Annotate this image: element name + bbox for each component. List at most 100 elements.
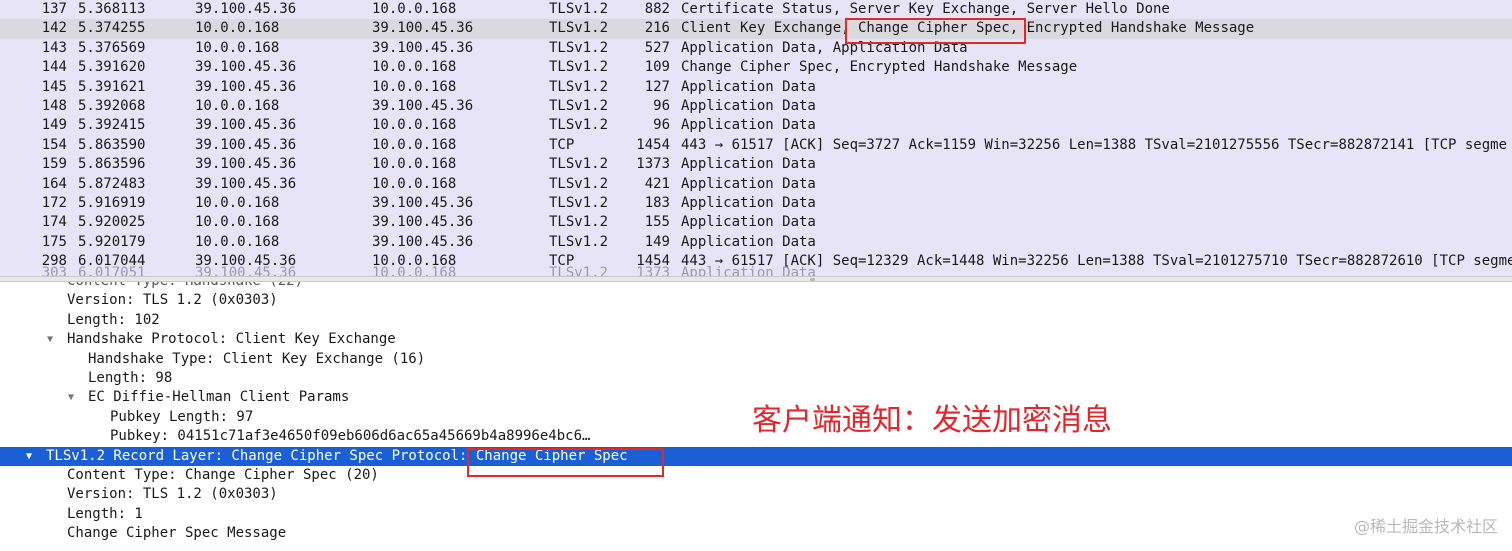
packet-length: 1373 bbox=[636, 156, 670, 173]
packet-number: 175 bbox=[41, 233, 67, 250]
packet-source: 39.100.45.36 bbox=[195, 1, 297, 17]
packet-length: 421 bbox=[644, 175, 670, 192]
packet-time: 5.916919 bbox=[78, 194, 146, 211]
packet-source: 10.0.0.168 bbox=[195, 97, 280, 114]
packet-time: 5.392068 bbox=[78, 97, 146, 114]
packet-destination: 39.100.45.36 bbox=[372, 39, 474, 56]
packet-number: 143 bbox=[41, 39, 67, 56]
packet-info: Application Data bbox=[681, 265, 816, 276]
packet-row[interactable]: 137 5.368113 39.100.45.36 10.0.0.168 TLSv1.2… bbox=[0, 0, 1512, 19]
packet-source: 39.100.45.36 bbox=[195, 59, 297, 76]
detail-text: Version: TLS 1.2 (0x0303) bbox=[67, 486, 278, 503]
packet-length: 1373 bbox=[636, 265, 670, 276]
packet-row[interactable]: 144 5.391620 39.100.45.36 10.0.0.168 TLSv1.2… bbox=[0, 58, 1512, 77]
packet-length: 149 bbox=[644, 233, 670, 250]
packet-info: Application Data bbox=[681, 194, 816, 211]
detail-text: Length: 102 bbox=[67, 311, 160, 328]
packet-time: 5.863590 bbox=[78, 136, 146, 153]
detail-handshake-type[interactable]: Handshake Type: Client Key Exchange (16) bbox=[0, 350, 1512, 369]
packet-time: 6.017051 bbox=[78, 265, 146, 276]
detail-text: Change Cipher Spec Message bbox=[67, 525, 287, 542]
detail-version-2[interactable]: Version: TLS 1.2 (0x0303) bbox=[0, 485, 1512, 504]
packet-source: 10.0.0.168 bbox=[195, 194, 280, 211]
detail-handshake-length[interactable]: Length: 98 bbox=[0, 369, 1512, 388]
detail-length-3[interactable]: Length: 1 bbox=[0, 505, 1512, 524]
packet-row[interactable]: 164 5.872483 39.100.45.36 10.0.0.168 TLSv1.2… bbox=[0, 175, 1512, 194]
packet-source: 39.100.45.36 bbox=[195, 136, 297, 153]
packet-source: 10.0.0.168 bbox=[195, 214, 280, 231]
detail-content-type-partial[interactable]: Content Type: Handshake (22) bbox=[0, 282, 1512, 291]
triangle-down-icon[interactable]: ▼ bbox=[68, 388, 74, 407]
packet-length: 183 bbox=[644, 194, 670, 211]
packet-number: 148 bbox=[41, 97, 67, 114]
splitter-grip-icon[interactable] bbox=[810, 278, 815, 281]
packet-length: 109 bbox=[644, 59, 670, 76]
packet-length: 96 bbox=[653, 117, 670, 134]
packet-number: 144 bbox=[41, 59, 67, 76]
triangle-down-icon[interactable]: ▼ bbox=[47, 330, 53, 349]
packet-source: 10.0.0.168 bbox=[195, 233, 280, 250]
annotation-label: 客户端通知：发送加密消息 bbox=[752, 403, 1112, 438]
packet-destination: 39.100.45.36 bbox=[372, 233, 474, 250]
packet-number: 172 bbox=[41, 194, 67, 211]
highlight-box-detail-ccs bbox=[467, 448, 664, 477]
packet-info: Application Data bbox=[681, 117, 816, 134]
packet-row[interactable]: 154 5.863590 39.100.45.36 10.0.0.168 TCP 1454… bbox=[0, 136, 1512, 155]
packet-time: 5.391621 bbox=[78, 78, 146, 95]
detail-ccs-message[interactable]: Change Cipher Spec Message bbox=[0, 524, 1512, 543]
packet-time: 5.863596 bbox=[78, 156, 146, 173]
packet-destination: 10.0.0.168 bbox=[372, 156, 457, 173]
wireshark-window: 137 5.368113 39.100.45.36 10.0.0.168 TLSv1.2… bbox=[0, 0, 1512, 551]
packet-row[interactable]: 159 5.863596 39.100.45.36 10.0.0.168 TLSv1.2… bbox=[0, 155, 1512, 174]
detail-text: EC Diffie-Hellman Client Params bbox=[88, 389, 350, 406]
triangle-down-icon[interactable]: ▼ bbox=[26, 447, 32, 466]
packet-row[interactable]: 149 5.392415 39.100.45.36 10.0.0.168 TLSv1.2… bbox=[0, 116, 1512, 135]
packet-destination: 10.0.0.168 bbox=[372, 136, 457, 153]
detail-text: Length: 1 bbox=[67, 505, 143, 522]
packet-destination: 39.100.45.36 bbox=[372, 194, 474, 211]
packet-row[interactable]: 145 5.391621 39.100.45.36 10.0.0.168 TLSv1.2… bbox=[0, 78, 1512, 97]
packet-destination: 10.0.0.168 bbox=[372, 117, 457, 134]
packet-time: 5.872483 bbox=[78, 175, 146, 192]
detail-version[interactable]: Version: TLS 1.2 (0x0303) bbox=[0, 291, 1512, 310]
packet-list[interactable]: 137 5.368113 39.100.45.36 10.0.0.168 TLSv1.2… bbox=[0, 0, 1512, 276]
packet-source: 39.100.45.36 bbox=[195, 156, 297, 173]
packet-row[interactable]: 174 5.920025 10.0.0.168 39.100.45.36 TLSv1.2… bbox=[0, 213, 1512, 232]
packet-row[interactable]: 303 6.017051 39.100.45.36 10.0.0.168 TLSv1.2… bbox=[0, 264, 1512, 276]
packet-length: 1454 bbox=[636, 136, 670, 153]
packet-number: 174 bbox=[41, 214, 67, 231]
watermark: @稀土掘金技术社区 bbox=[1353, 517, 1498, 536]
detail-content-type[interactable]: Content Type: Change Cipher Spec (20) bbox=[0, 466, 1512, 485]
detail-text: Handshake Protocol: Client Key Exchange bbox=[67, 331, 396, 348]
packet-source: 39.100.45.36 bbox=[195, 175, 297, 192]
packet-source: 10.0.0.168 bbox=[195, 20, 280, 37]
packet-time: 5.376569 bbox=[78, 39, 146, 56]
packet-destination: 39.100.45.36 bbox=[372, 20, 474, 37]
detail-text: Handshake Type: Client Key Exchange (16) bbox=[88, 350, 426, 367]
packet-number: 142 bbox=[41, 20, 67, 37]
packet-time: 5.920179 bbox=[78, 233, 146, 250]
packet-number: 137 bbox=[41, 1, 67, 17]
detail-text: Pubkey: 04151c71af3e4650f09eb606d6ac65a4… bbox=[110, 428, 591, 445]
packet-time: 5.920025 bbox=[78, 214, 146, 231]
packet-protocol: TCP bbox=[549, 136, 575, 153]
packet-row[interactable]: 143 5.376569 10.0.0.168 39.100.45.36 TLSv1.2… bbox=[0, 39, 1512, 58]
packet-source: 39.100.45.36 bbox=[195, 78, 297, 95]
detail-text: Content Type: Handshake (22) bbox=[67, 282, 303, 291]
packet-info: 443 → 61517 [ACK] Seq=3727 Ack=1159 Win=… bbox=[681, 136, 1508, 153]
packet-info: Application Data bbox=[681, 156, 816, 173]
packet-info: Application Data bbox=[681, 233, 816, 250]
packet-row[interactable]: 175 5.920179 10.0.0.168 39.100.45.36 TLSv1.2… bbox=[0, 233, 1512, 252]
packet-row[interactable]: 142 5.374255 10.0.0.168 39.100.45.36 TLSv1.2… bbox=[0, 19, 1512, 39]
packet-number: 303 bbox=[41, 265, 67, 276]
packet-time: 5.368113 bbox=[78, 1, 146, 17]
detail-record-layer-selected[interactable]: ▼ TLSv1.2 Record Layer: Change Cipher Sp… bbox=[0, 446, 1512, 466]
packet-row[interactable]: 172 5.916919 10.0.0.168 39.100.45.36 TLSv1.2… bbox=[0, 194, 1512, 213]
packet-destination: 10.0.0.168 bbox=[372, 59, 457, 76]
packet-number: 149 bbox=[41, 117, 67, 134]
packet-destination: 10.0.0.168 bbox=[372, 175, 457, 192]
detail-handshake-protocol[interactable]: ▼ Handshake Protocol: Client Key Exchang… bbox=[0, 330, 1512, 349]
detail-length[interactable]: Length: 102 bbox=[0, 311, 1512, 330]
packet-destination: 39.100.45.36 bbox=[372, 97, 474, 114]
packet-row[interactable]: 148 5.392068 10.0.0.168 39.100.45.36 TLSv1.2… bbox=[0, 97, 1512, 116]
